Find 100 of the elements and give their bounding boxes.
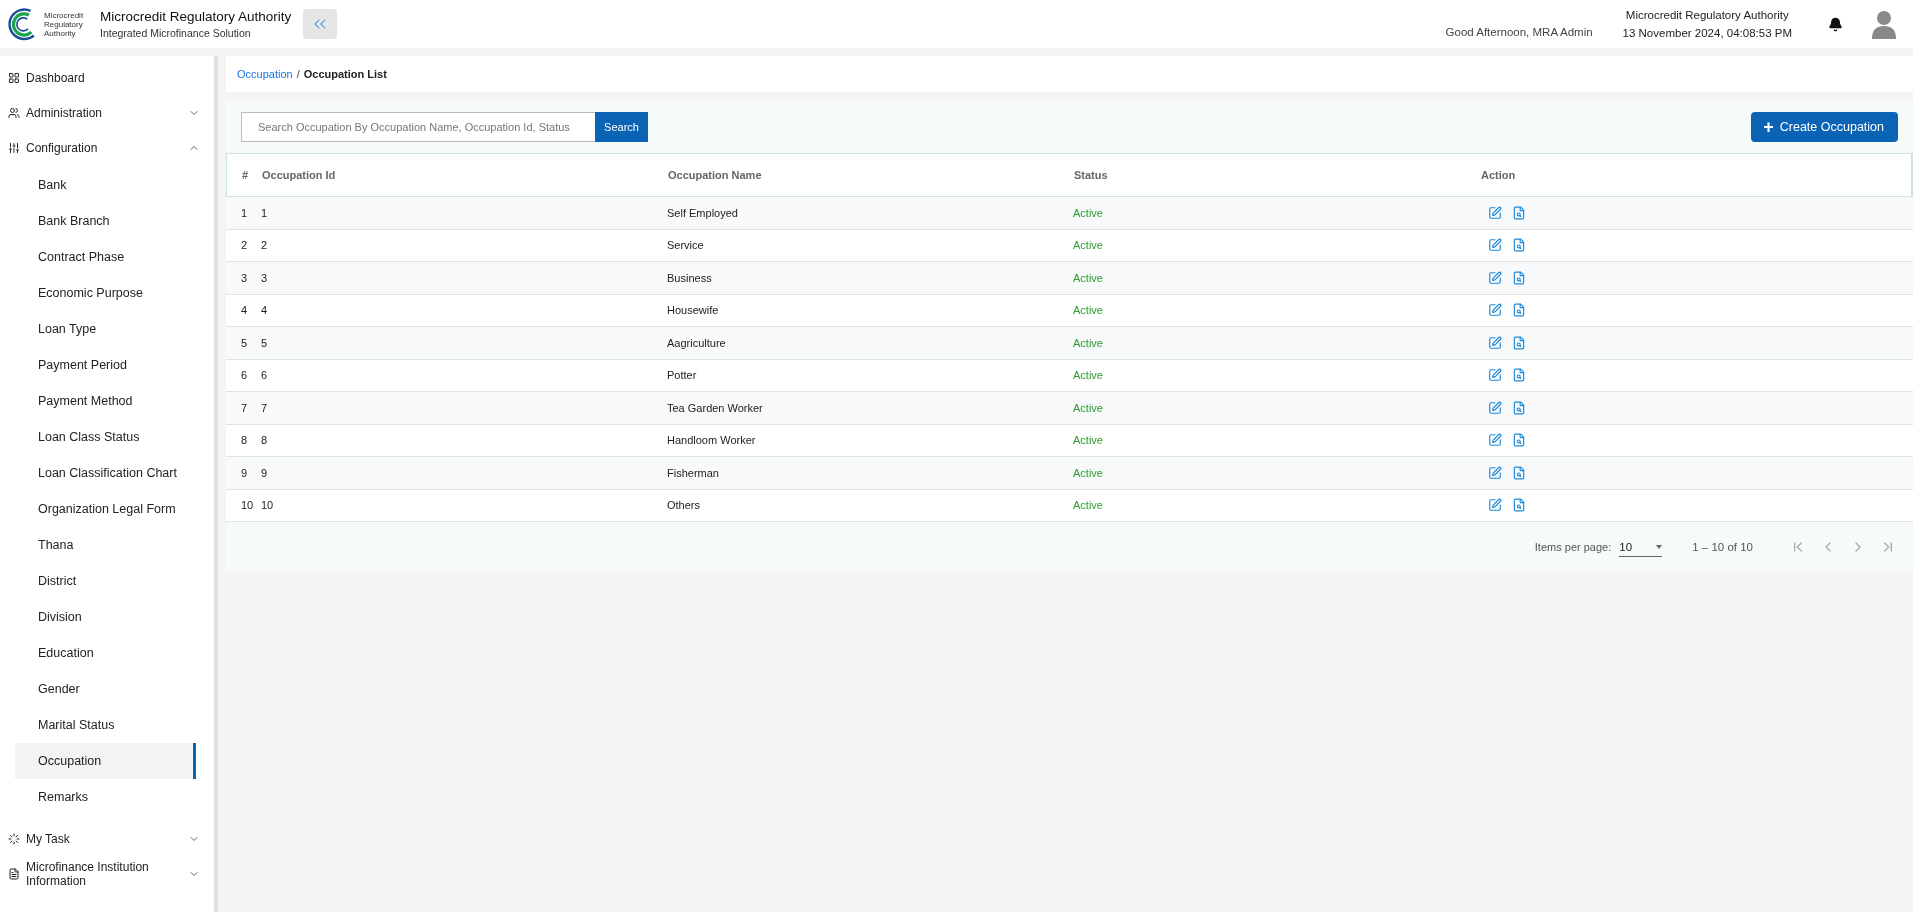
table-cell-text: Potter [667, 369, 698, 382]
sidebar-item[interactable]: Administration [0, 95, 214, 130]
sidebar-item[interactable]: Dashboard [0, 60, 214, 95]
view-details-icon[interactable] [1512, 368, 1526, 383]
view-details-icon[interactable] [1512, 465, 1526, 480]
status-text: Active [1073, 434, 1104, 447]
edit-icon[interactable] [1488, 465, 1502, 480]
table-cell-text: 3 [240, 271, 249, 284]
user-avatar-icon[interactable] [1871, 9, 1897, 39]
table-cell-text: 8 [261, 434, 269, 447]
sidebar-item[interactable]: Microfinance Institution Information [0, 856, 214, 891]
table-cell-text: 2 [261, 239, 269, 252]
table-cell-text: 1 [240, 206, 249, 219]
table-cell-text: Self Employed [667, 206, 739, 219]
column-header: Status [1074, 169, 1109, 181]
document-icon [8, 867, 20, 880]
sidebar-subitem[interactable]: Contract Phase [15, 239, 196, 275]
grid-icon [8, 71, 20, 84]
table-cell-text: 10 [240, 499, 255, 512]
sidebar-subitem[interactable]: Marital Status [15, 707, 196, 743]
column-header: Occupation Id [262, 169, 337, 181]
view-details-icon[interactable] [1512, 335, 1526, 350]
table-cell-text: Tea Garden Worker [667, 401, 764, 414]
view-details-icon[interactable] [1512, 205, 1526, 220]
view-details-icon[interactable] [1512, 433, 1526, 448]
create-button[interactable]: + Create Occupation [1751, 111, 1898, 142]
notification-bell-icon[interactable] [1828, 16, 1843, 32]
items-per-page-label: Items per page: [1534, 541, 1612, 553]
table-cell-text: 4 [261, 304, 269, 317]
status-text: Active [1073, 206, 1104, 219]
sidebar-subitem[interactable]: Economic Purpose [15, 275, 196, 311]
status-text: Active [1073, 304, 1104, 317]
view-details-icon[interactable] [1512, 400, 1526, 415]
sidebar-subitem[interactable]: Bank Branch [15, 203, 196, 239]
sidebar-subitem[interactable]: Education [15, 635, 196, 671]
collapse-sidebar-button[interactable] [303, 9, 338, 39]
breadcrumb-link[interactable]: Occupation [237, 68, 293, 80]
view-details-icon[interactable] [1512, 270, 1526, 285]
edit-icon[interactable] [1488, 368, 1502, 383]
edit-icon[interactable] [1488, 205, 1502, 220]
sidebar-item[interactable]: My Task [0, 821, 214, 856]
table-cell-text: 7 [261, 401, 269, 414]
view-details-icon[interactable] [1512, 303, 1526, 318]
sidebar-subitem[interactable]: District [15, 563, 196, 599]
search-field[interactable]: Search Occupation By Occupation Name, Occupation Id, Status [241, 111, 595, 142]
sidebar-subitem[interactable]: Loan Class Status [15, 419, 196, 455]
status-text: Active [1073, 499, 1104, 512]
edit-icon[interactable] [1488, 433, 1502, 448]
table-cell-text: Service [667, 239, 705, 252]
page-size-select[interactable]: 10 [1619, 537, 1663, 557]
sidebar-subitem[interactable]: Loan Type [15, 311, 196, 347]
table-cell-text: 1 [261, 206, 269, 219]
users-icon [8, 106, 20, 119]
sidebar-subitem[interactable]: Gender [15, 671, 196, 707]
table-cell-text: 6 [261, 369, 269, 382]
search-button[interactable]: Search [595, 111, 648, 142]
table-cell-text: 9 [240, 466, 249, 479]
app-subtitle: Integrated Microfinance Solution [100, 27, 252, 39]
edit-icon[interactable] [1488, 303, 1502, 318]
logo-text: Microcredit Regulatory Authority [44, 10, 85, 38]
table-cell-text: 2 [240, 239, 249, 252]
table-cell-text: 5 [240, 336, 249, 349]
sidebar-subitem[interactable]: Bank [15, 167, 196, 203]
table-cell-text: Fisherman [667, 466, 720, 479]
table-cell-text: Housewife [667, 304, 720, 317]
table-cell-text: 9 [261, 466, 269, 479]
edit-icon[interactable] [1488, 238, 1502, 253]
greeting: Good Afternoon, MRA Admin [1445, 26, 1593, 38]
sidebar-subitem[interactable]: Payment Period [15, 347, 196, 383]
status-text: Active [1073, 466, 1104, 479]
table-cell-text: Aagriculture [667, 336, 727, 349]
org-name: Microcredit Regulatory Authority [100, 9, 292, 24]
sidebar-subitem[interactable]: Remarks [15, 779, 196, 815]
sidebar-subitem[interactable]: Organization Legal Form [15, 491, 196, 527]
sidebar-item[interactable]: Configuration [0, 130, 214, 165]
table-cell-text: 6 [240, 369, 249, 382]
column-header: Action [1481, 169, 1517, 181]
table-cell-text: 8 [240, 434, 249, 447]
table-cell-text: Business [667, 271, 713, 284]
edit-icon[interactable] [1488, 498, 1502, 513]
status-text: Active [1073, 369, 1104, 382]
status-text: Active [1073, 271, 1104, 284]
status-text: Active [1073, 239, 1104, 252]
sliders-icon [8, 141, 20, 154]
status-text: Active [1073, 336, 1104, 349]
edit-icon[interactable] [1488, 270, 1502, 285]
table-cell-text: 7 [240, 401, 249, 414]
breadcrumb-current: Occupation List [303, 68, 387, 80]
status-text: Active [1073, 401, 1104, 414]
view-details-icon[interactable] [1512, 498, 1526, 513]
date-time: 13 November 2024, 04:08:53 PM [1622, 27, 1792, 39]
view-details-icon[interactable] [1512, 238, 1526, 253]
edit-icon[interactable] [1488, 400, 1502, 415]
sidebar-subitem[interactable]: Division [15, 599, 196, 635]
sidebar-subitem[interactable]: Thana [15, 527, 196, 563]
sidebar-subitem[interactable]: Payment Method [15, 383, 196, 419]
sidebar-subitem[interactable]: Loan Classification Chart [15, 455, 196, 491]
sidebar-subitem[interactable]: Occupation [15, 743, 196, 779]
edit-icon[interactable] [1488, 335, 1502, 350]
spinner-icon [8, 832, 20, 845]
